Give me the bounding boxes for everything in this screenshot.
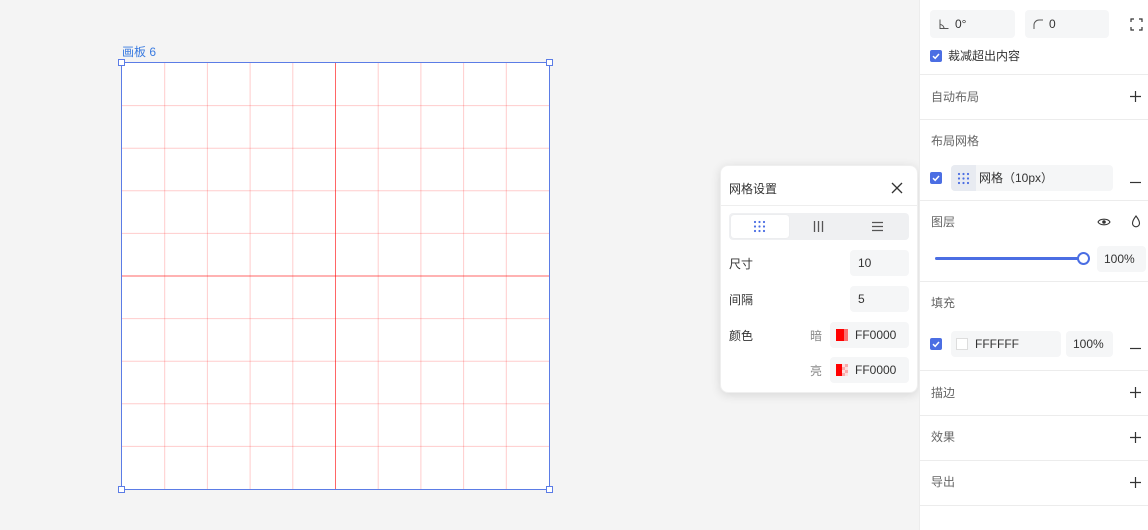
section-divider (920, 281, 1148, 282)
layout-grid-label: 网格（10px） (979, 171, 1054, 185)
effects-title: 效果 (931, 430, 956, 444)
close-icon[interactable] (891, 182, 903, 194)
clip-content-checkbox[interactable] (930, 50, 942, 62)
section-divider (920, 460, 1148, 461)
resize-handle-top-left[interactable] (118, 59, 125, 66)
dark-color-input[interactable]: FF0000 (830, 322, 909, 348)
grid-gap-input[interactable]: 5 (850, 286, 909, 312)
fill-checkbox[interactable] (930, 338, 942, 350)
resize-handle-bottom-left[interactable] (118, 486, 125, 493)
grid-dots-icon (753, 220, 766, 233)
light-color-swatch[interactable] (836, 364, 848, 376)
section-divider (920, 505, 1148, 506)
grid-gap-value: 5 (858, 292, 865, 306)
minus-icon[interactable] (1130, 177, 1141, 188)
tab-grid[interactable] (731, 215, 789, 238)
section-divider (920, 74, 1148, 75)
rotation-value: 0° (955, 17, 967, 31)
slider-handle[interactable] (1076, 252, 1090, 265)
angle-icon (938, 18, 950, 30)
tab-columns[interactable] (790, 215, 848, 238)
layer-opacity-slider[interactable] (935, 252, 1090, 266)
grid-gap-label: 间隔 (729, 293, 754, 307)
auto-layout-title: 自动布局 (931, 90, 980, 104)
stroke-title: 描边 (931, 386, 956, 400)
layout-grid-item[interactable]: 网格（10px） (951, 165, 1113, 191)
popup-title: 网格设置 (729, 182, 778, 196)
droplet-icon[interactable] (1131, 215, 1141, 228)
slider-fill (935, 257, 1083, 260)
tab-rows[interactable] (849, 215, 907, 238)
popup-divider (721, 205, 917, 206)
light-color-input[interactable]: FF0000 (830, 357, 909, 383)
light-mode-label: 亮 (810, 364, 823, 378)
layout-grid-title: 布局网格 (931, 134, 980, 148)
corner-radius-value: 0 (1049, 17, 1056, 31)
corner-radius-input[interactable]: 0 (1025, 10, 1109, 38)
grid-dots-icon (957, 172, 970, 185)
clip-content-label: 裁减超出内容 (948, 49, 1021, 63)
dark-color-value: FF0000 (855, 328, 897, 342)
grid-size-value: 10 (858, 256, 872, 270)
columns-icon (812, 220, 825, 233)
dark-color-swatch[interactable] (836, 329, 848, 341)
section-divider (920, 415, 1148, 416)
fill-title: 填充 (931, 296, 956, 310)
eye-icon[interactable] (1097, 216, 1111, 228)
corner-radius-icon (1032, 18, 1044, 30)
fill-opacity-value: 100% (1073, 337, 1104, 351)
resize-handle-bottom-right[interactable] (546, 486, 553, 493)
layer-opacity-value: 100% (1104, 252, 1135, 266)
grid-settings-button[interactable] (951, 165, 976, 191)
section-divider (920, 200, 1148, 201)
artboard-label[interactable]: 画板 6 (122, 45, 156, 59)
fill-color-value: FFFFFF (975, 337, 1019, 351)
layer-title: 图层 (931, 215, 956, 229)
grid-settings-popup: 网格设置 尺寸 10 间隔 5 颜色 暗 FF0000 亮 FF0000 (720, 165, 918, 393)
fill-color-swatch[interactable] (956, 338, 968, 350)
fill-opacity-input[interactable]: 100% (1066, 331, 1113, 357)
plus-icon[interactable] (1130, 387, 1141, 398)
export-title: 导出 (931, 475, 956, 489)
layer-opacity-input[interactable]: 100% (1097, 246, 1146, 272)
artboard[interactable] (121, 62, 550, 490)
rows-icon (871, 220, 884, 233)
grid-size-input[interactable]: 10 (850, 250, 909, 276)
layout-grid-checkbox[interactable] (930, 172, 942, 184)
fill-color-input[interactable]: FFFFFF (951, 331, 1061, 357)
grid-color-label: 颜色 (729, 329, 754, 343)
plus-icon[interactable] (1130, 477, 1141, 488)
minus-icon[interactable] (1130, 343, 1141, 354)
light-color-value: FF0000 (855, 363, 897, 377)
plus-icon[interactable] (1130, 432, 1141, 443)
section-divider (920, 370, 1148, 371)
resize-handle-top-right[interactable] (546, 59, 553, 66)
layout-grid-overlay (122, 63, 549, 489)
properties-panel: 0° 0 裁减超出内容 自动布局 布局网格 网格（10px） 图层 100% 填… (919, 0, 1148, 530)
grid-type-segmented-control (729, 213, 909, 240)
dark-mode-label: 暗 (810, 329, 823, 343)
grid-size-label: 尺寸 (729, 257, 754, 271)
rotation-input[interactable]: 0° (930, 10, 1015, 38)
fullscreen-icon[interactable] (1130, 18, 1143, 31)
section-divider (920, 119, 1148, 120)
plus-icon[interactable] (1130, 91, 1141, 102)
